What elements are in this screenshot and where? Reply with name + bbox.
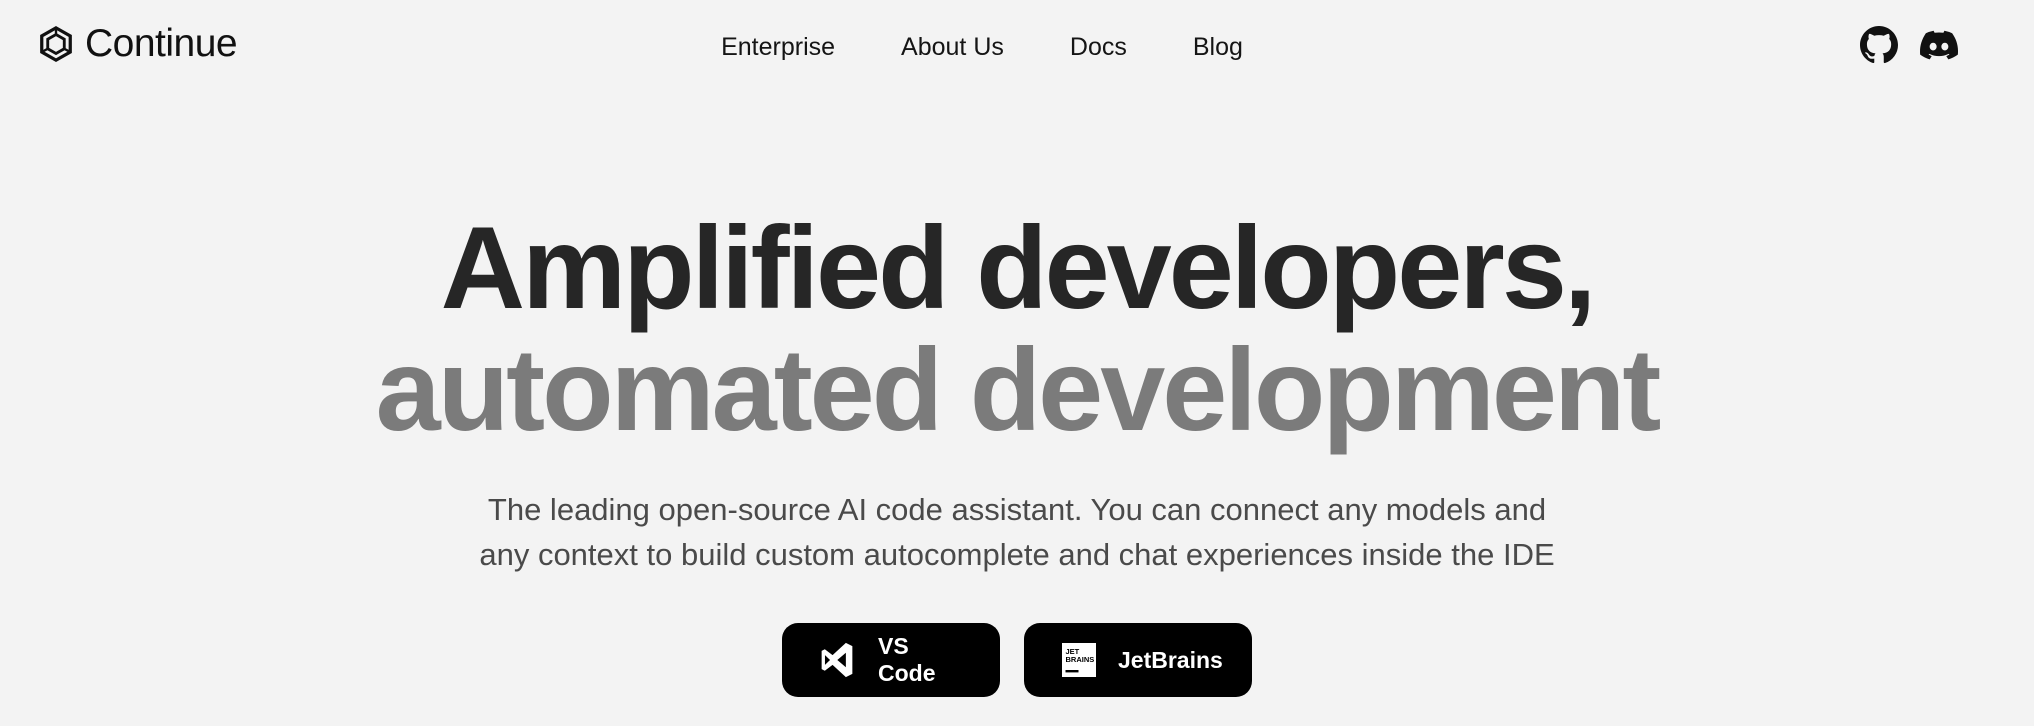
jetbrains-icon: JET BRAINS [1062,643,1096,677]
jetbrains-button-label: JetBrains [1118,646,1223,673]
hero-subtitle: The leading open-source AI code assistan… [0,487,2034,577]
vscode-install-button[interactable]: VS Code [782,623,1000,697]
vscode-icon [818,641,856,679]
vscode-button-label: VS Code [878,633,936,686]
hero-headline-secondary: automated development [375,324,1662,455]
github-icon[interactable] [1860,26,1898,64]
svg-text:BRAINS: BRAINS [1066,655,1095,664]
nav-link-enterprise[interactable]: Enterprise [721,32,835,62]
social-links [1860,26,1958,64]
hero-subtitle-line-2: any context to build custom autocomplete… [479,537,1555,572]
nav-link-about-us[interactable]: About Us [901,32,1004,62]
nav-link-blog[interactable]: Blog [1193,32,1243,62]
main-nav: Enterprise About Us Docs Blog [0,32,2034,62]
hero-subtitle-line-1: The leading open-source AI code assistan… [487,492,1547,527]
hero-headline-primary: Amplified developers, [440,202,1597,333]
discord-icon[interactable] [1920,26,1958,64]
jetbrains-install-button[interactable]: JET BRAINS JetBrains [1024,623,1252,697]
install-buttons: VS Code JET BRAINS JetBrains [0,623,2034,697]
nav-link-docs[interactable]: Docs [1070,32,1127,62]
